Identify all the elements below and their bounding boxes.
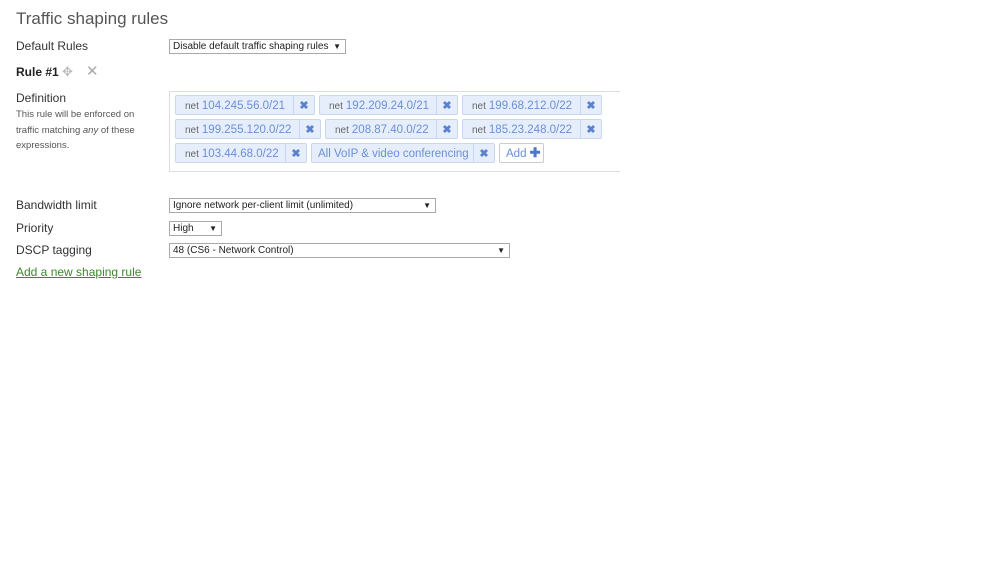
tag-value: 103.44.68.0/22 (201, 148, 279, 160)
remove-icon[interactable]: ✖ (580, 120, 601, 138)
page-title: Traffic shaping rules (16, 9, 169, 28)
remove-icon[interactable]: ✖ (580, 96, 601, 114)
dscp-value: 48 (CS6 - Network Control) (173, 245, 294, 256)
tag-keyword: net (472, 125, 486, 136)
add-shaping-rule-link[interactable]: Add a new shaping rule (16, 265, 141, 279)
tag-keyword: net (329, 101, 343, 112)
expression-tag: net 103.44.68.0/22 ✖ (175, 143, 307, 163)
move-icon[interactable]: ✥ (62, 64, 73, 80)
remove-icon[interactable]: ✖ (293, 96, 314, 114)
tag-keyword: net (185, 149, 199, 160)
priority-label: Priority (16, 221, 54, 235)
remove-icon[interactable]: ✖ (473, 144, 494, 162)
tag-keyword: net (185, 125, 199, 136)
plus-icon: ✚ (529, 145, 541, 160)
tag-value: 199.68.212.0/22 (488, 100, 573, 112)
definition-label: Definition (16, 91, 67, 105)
tag-keyword: net (335, 125, 349, 136)
desc-emphasis: any (82, 124, 99, 136)
definition-description: This rule will be enforced on traffic ma… (16, 107, 151, 154)
expression-tag: All VoIP & video conferencing ✖ (311, 143, 495, 163)
desc-line: expressions. (16, 140, 70, 151)
remove-icon[interactable]: ✖ (285, 144, 306, 162)
desc-line: This rule will be enforced on (16, 109, 135, 120)
tag-value: 185.23.248.0/22 (488, 124, 573, 136)
expression-tag: net 208.87.40.0/22 ✖ (325, 119, 458, 139)
chevron-down-icon: ▼ (209, 224, 217, 233)
expression-tag: net 192.209.24.0/21 ✖ (319, 95, 458, 115)
tag-keyword: net (185, 101, 199, 112)
desc-line: of these (98, 124, 135, 136)
dscp-select[interactable]: 48 (CS6 - Network Control) ▼ (169, 243, 510, 258)
delete-rule-icon[interactable]: ✕ (86, 62, 99, 80)
bandwidth-select[interactable]: Ignore network per-client limit (unlimit… (169, 198, 436, 213)
priority-value: High (173, 223, 194, 234)
bandwidth-label: Bandwidth limit (16, 198, 97, 212)
default-rules-label: Default Rules (16, 39, 89, 53)
tag-value: 208.87.40.0/22 (351, 124, 429, 136)
add-expression-button[interactable]: Add ✚ (499, 143, 544, 163)
expression-tag: net 104.245.56.0/21 ✖ (175, 95, 315, 115)
expression-tag: net 199.255.120.0/22 ✖ (175, 119, 321, 139)
dscp-label: DSCP tagging (16, 243, 92, 257)
tag-value: All VoIP & video conferencing (318, 148, 469, 160)
default-rules-value: Disable default traffic shaping rules (173, 41, 329, 52)
chevron-down-icon: ▼ (333, 42, 341, 51)
expression-tag: net 199.68.212.0/22 ✖ (462, 95, 602, 115)
remove-icon[interactable]: ✖ (436, 96, 457, 114)
tag-value: 192.209.24.0/21 (345, 100, 430, 112)
bandwidth-value: Ignore network per-client limit (unlimit… (173, 200, 354, 211)
tag-value: 199.255.120.0/22 (201, 124, 292, 136)
priority-select[interactable]: High ▼ (169, 221, 222, 236)
expression-tag: net 185.23.248.0/22 ✖ (462, 119, 602, 139)
tag-value: 104.245.56.0/21 (201, 100, 286, 112)
rule-title: Rule #1 (16, 65, 59, 79)
remove-icon[interactable]: ✖ (436, 120, 457, 138)
default-rules-select[interactable]: Disable default traffic shaping rules ▼ (169, 39, 346, 54)
chevron-down-icon: ▼ (497, 246, 505, 255)
remove-icon[interactable]: ✖ (299, 120, 320, 138)
chevron-down-icon: ▼ (423, 201, 431, 210)
tag-keyword: net (472, 101, 486, 112)
add-label: Add (506, 148, 527, 160)
desc-line: traffic matching (16, 124, 83, 136)
